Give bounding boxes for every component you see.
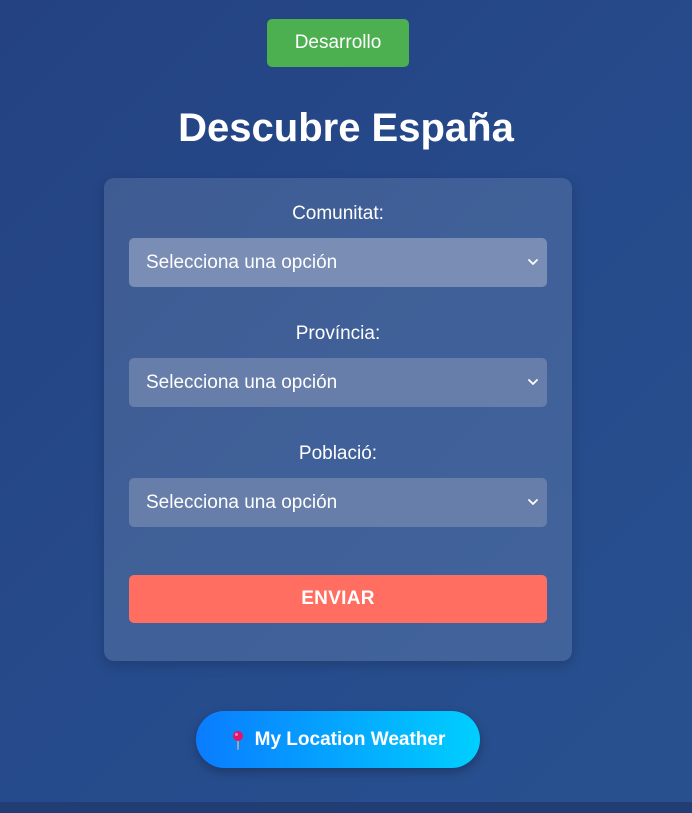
chevron-down-icon — [528, 499, 538, 505]
poblacio-select-value: Selecciona una opción — [146, 491, 338, 513]
location-form: Comunitat: Selecciona una opción Provínc… — [104, 178, 572, 661]
environment-badge[interactable]: Desarrollo — [267, 19, 409, 67]
weather-button-label: My Location Weather — [254, 728, 446, 750]
my-location-weather-button[interactable]: My Location Weather — [196, 711, 480, 768]
poblacio-select[interactable]: Selecciona una opción — [129, 478, 547, 527]
provincia-label: Província: — [295, 323, 381, 344]
chevron-down-icon — [528, 259, 538, 265]
submit-button[interactable]: ENVIAR — [129, 575, 547, 623]
footer-divider — [0, 802, 692, 813]
comunitat-label: Comunitat: — [292, 203, 384, 224]
poblacio-label: Població: — [298, 443, 378, 464]
provincia-select[interactable]: Selecciona una opción — [129, 358, 547, 407]
map-pin-icon — [232, 730, 243, 750]
provincia-select-value: Selecciona una opción — [146, 371, 338, 393]
comunitat-select-value: Selecciona una opción — [146, 251, 338, 273]
chevron-down-icon — [528, 379, 538, 385]
comunitat-select[interactable]: Selecciona una opción — [129, 238, 547, 287]
page-title: Descubre España — [178, 106, 514, 150]
